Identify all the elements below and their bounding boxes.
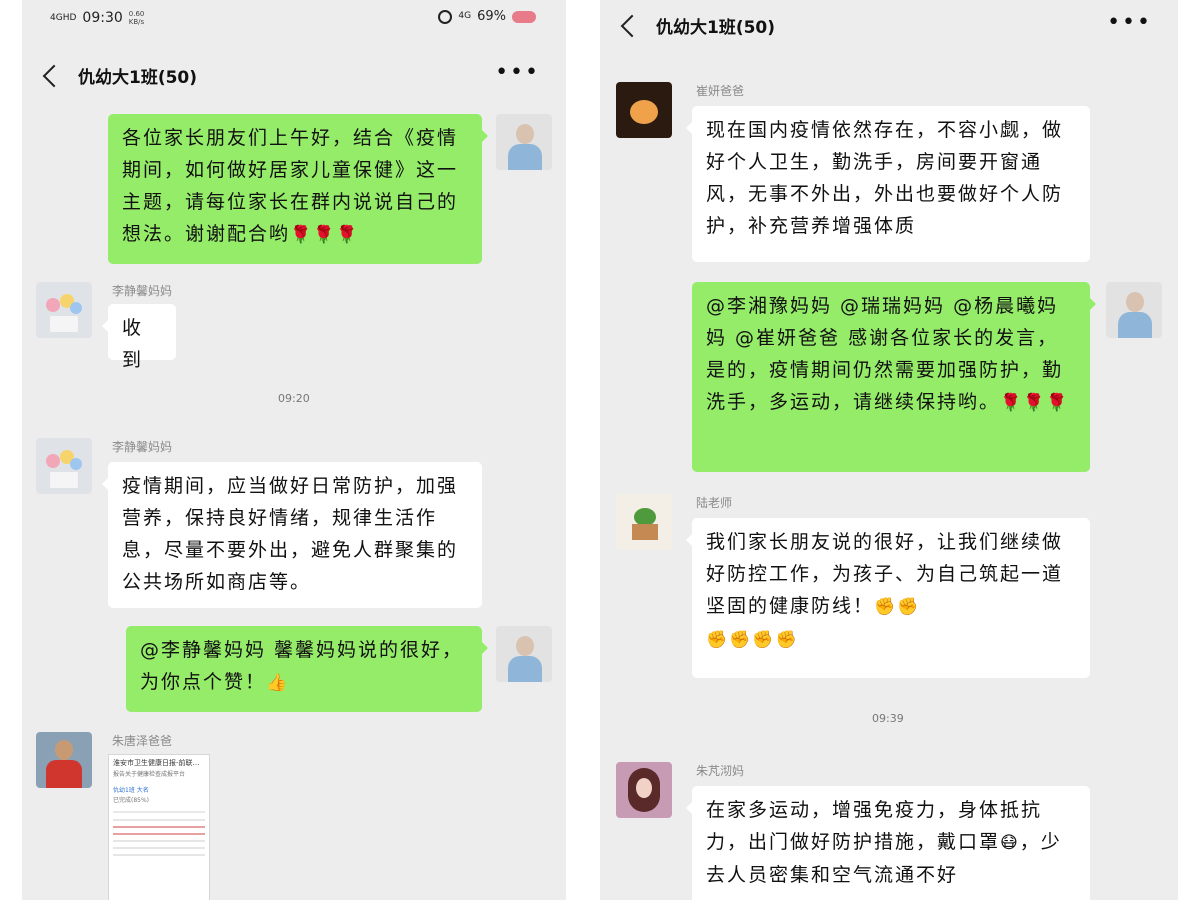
more-options-icon[interactable]: ••• (1107, 10, 1152, 35)
network-speed: 0.60 KB/s (128, 10, 145, 26)
sender-avatar[interactable] (616, 762, 672, 818)
message-bubble-sent[interactable]: @李湘豫妈妈 @瑞瑞妈妈 @杨晨曦妈妈 @崔妍爸爸 感谢各位家长的发言，是的，疫… (692, 282, 1096, 472)
back-arrow-icon[interactable] (620, 14, 644, 38)
self-avatar[interactable] (1106, 282, 1162, 338)
chat-title: 仇幼大1班(50) (656, 18, 776, 38)
chat-header: 仇幼大1班(50) ••• (22, 50, 566, 100)
alarm-icon (438, 9, 453, 24)
message-text: 收到 (122, 317, 144, 371)
signal-indicator: 4GHD (50, 12, 77, 23)
battery-level: 69% (477, 9, 506, 24)
sender-name: 崔妍爸爸 (696, 84, 745, 98)
self-avatar[interactable] (496, 114, 552, 170)
sender-name: 朱唐泽爸爸 (112, 734, 173, 748)
message-text: 现在国内疫情依然存在，不容小觑，做好个人卫生，勤洗手，房间要开窗通风，无事不外出… (706, 119, 1064, 237)
back-arrow-icon[interactable] (42, 64, 66, 88)
message-bubble-received[interactable]: 现在国内疫情依然存在，不容小觑，做好个人卫生，勤洗手，房间要开窗通风，无事不外出… (686, 106, 1090, 262)
left-chat-screenshot: 4GHD 09:30 0.60 KB/s 4G 69% 仇幼大1班(50) ••… (22, 0, 566, 900)
message-timestamp: 09:39 (872, 712, 904, 725)
chat-title: 仇幼大1班(50) (78, 68, 198, 88)
sender-avatar[interactable] (36, 438, 92, 494)
message-text: 疫情期间，应当做好日常防护，加强营养，保持良好情绪，规律生活作息，尽量不要外出，… (122, 475, 459, 593)
message-bubble-received[interactable]: 我们家长朋友说的很好，让我们继续做好防控工作，为孩子、为自己筑起一道坚固的健康防… (686, 518, 1090, 678)
message-bubble-received[interactable]: 疫情期间，应当做好日常防护，加强营养，保持良好情绪，规律生活作息，尽量不要外出，… (102, 462, 482, 608)
image-name: 仇幼1班 大名 (113, 787, 149, 794)
sender-name: 李静馨妈妈 (112, 440, 173, 454)
message-text: 在家多运动，增强免疫力，身体抵抗力，出门做好防护措施，戴口罩 (706, 799, 1043, 853)
fist-emoji: ✊✊ (874, 597, 921, 617)
sender-avatar[interactable] (616, 82, 672, 138)
rose-emoji: 🌹🌹🌹 (1000, 393, 1070, 413)
image-message[interactable]: 淮安市卫生健康日报-前联… 报告关于健康检查成报平台 仇幼1班 大名 已完成(8… (108, 754, 210, 900)
message-bubble-sent[interactable]: 各位家长朋友们上午好，结合《疫情期间，如何做好居家儿童保健》这一主题，请每位家长… (108, 114, 488, 264)
message-timestamp: 09:20 (278, 392, 310, 405)
message-bubble-received[interactable]: 收到 (102, 304, 176, 371)
thumbs-up-emoji: 👍 (266, 673, 290, 693)
fist-emoji: ✊✊✊✊ (706, 630, 799, 650)
mask-emoji: 😷 (1000, 833, 1020, 853)
image-title: 淮安市卫生健康日报-前联… (113, 759, 200, 767)
self-avatar[interactable] (496, 626, 552, 682)
sender-avatar[interactable] (616, 494, 672, 550)
message-bubble-sent[interactable]: @李静馨妈妈 馨馨妈妈说的很好，为你点个赞！👍 (126, 626, 488, 712)
image-subtitle: 报告关于健康检查成报平台 (113, 771, 186, 778)
message-bubble-received[interactable]: 在家多运动，增强免疫力，身体抵抗力，出门做好防护措施，戴口罩😷，少去人员密集和空… (686, 786, 1090, 900)
battery-icon (512, 10, 536, 23)
sender-name: 陆老师 (696, 496, 733, 510)
sender-avatar[interactable] (36, 282, 92, 338)
network-type: 4G (458, 11, 472, 21)
rose-emoji: 🌹🌹🌹 (290, 225, 360, 245)
sender-name: 朱芃沏妈 (696, 764, 745, 778)
chat-header: 仇幼大1班(50) ••• (600, 0, 1178, 50)
sender-avatar[interactable] (36, 732, 92, 788)
sender-name: 李静馨妈妈 (112, 284, 173, 298)
image-progress: 已完成(85%) (113, 797, 150, 804)
status-time: 09:30 (82, 10, 123, 26)
more-options-icon[interactable]: ••• (495, 60, 540, 85)
status-bar: 4GHD 09:30 0.60 KB/s 4G 69% (22, 0, 566, 36)
right-chat-screenshot: 仇幼大1班(50) ••• 崔妍爸爸 现在国内疫情依然存在，不容小觑，做好个人卫… (600, 0, 1178, 900)
message-text: @李静馨妈妈 馨馨妈妈说的很好，为你点个赞！ (140, 639, 464, 693)
